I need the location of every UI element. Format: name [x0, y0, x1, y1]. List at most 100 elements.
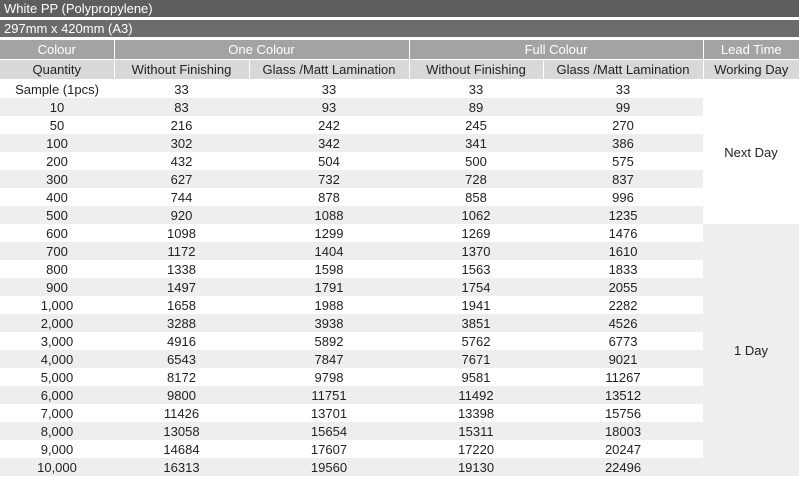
- one-colour-without-finishing-cell: 4916: [114, 332, 249, 350]
- quantity-cell: 100: [0, 134, 114, 152]
- one-colour-lamination-cell: 1598: [249, 260, 410, 278]
- one-colour-without-finishing-cell: 1338: [114, 260, 249, 278]
- full-colour-without-finishing-cell: 1370: [409, 242, 544, 260]
- one-colour-without-finishing-cell: 920: [114, 206, 249, 224]
- one-colour-without-finishing-cell: 432: [114, 152, 249, 170]
- one-colour-without-finishing-cell: 1172: [114, 242, 249, 260]
- one-colour-lamination-cell: 15654: [249, 422, 410, 440]
- lead-time-cell: 1 Day: [703, 224, 799, 476]
- quantity-cell: 4,000: [0, 350, 114, 368]
- full-colour-without-finishing-cell: 1941: [409, 296, 544, 314]
- full-colour-without-finishing-cell: 1062: [409, 206, 544, 224]
- one-colour-lamination-header: Glass /Matt Lamination: [248, 59, 410, 80]
- full-colour-lamination-cell: 270: [543, 116, 704, 134]
- table-row: 600 1098 1299 1269 1476 1 Day: [0, 224, 799, 476]
- quantity-cell: 50: [0, 116, 114, 134]
- quantity-cell: 9,000: [0, 440, 114, 458]
- full-colour-without-finishing-cell: 89: [409, 98, 544, 116]
- table-row: Sample (1pcs) 33 33 33 33 Next Day: [0, 79, 799, 224]
- table-row: 200 432 504 500 575: [0, 152, 799, 170]
- full-colour-without-finishing-cell: 7671: [409, 350, 544, 368]
- full-colour-without-finishing-header: Without Finishing: [408, 59, 544, 80]
- quantity-cell: 6,000: [0, 386, 114, 404]
- one-colour-without-finishing-cell: 11426: [114, 404, 249, 422]
- full-colour-without-finishing-cell: 3851: [409, 314, 544, 332]
- quantity-cell: Sample (1pcs): [0, 79, 114, 98]
- table-row: 700 1172 1404 1370 1610: [0, 242, 799, 260]
- quantity-cell: 700: [0, 242, 114, 260]
- full-colour-without-finishing-cell: 19130: [409, 458, 544, 476]
- one-colour-without-finishing-cell: 1098: [114, 224, 249, 242]
- one-colour-lamination-cell: 504: [249, 152, 410, 170]
- price-table-body: Sample (1pcs) 33 33 33 33 Next Day 10 83 93 89 99 5…: [0, 79, 799, 476]
- quantity-cell: 7,000: [0, 404, 114, 422]
- table-row: 5,000 8172 9798 9581 11267: [0, 368, 799, 386]
- one-colour-lamination-cell: 33: [249, 79, 410, 98]
- one-colour-lamination-cell: 3938: [249, 314, 410, 332]
- full-colour-without-finishing-cell: 33: [409, 79, 544, 98]
- quantity-cell: 300: [0, 170, 114, 188]
- one-colour-lamination-cell: 878: [249, 188, 410, 206]
- one-colour-lamination-cell: 342: [249, 134, 410, 152]
- one-colour-lamination-cell: 5892: [249, 332, 410, 350]
- table-row: 100 302 342 341 386: [0, 134, 799, 152]
- full-colour-lamination-cell: 1833: [543, 260, 704, 278]
- one-colour-without-finishing-header: Without Finishing: [113, 59, 249, 80]
- one-colour-lamination-cell: 1791: [249, 278, 410, 296]
- full-colour-lamination-cell: 2055: [543, 278, 704, 296]
- quantity-cell: 10: [0, 98, 114, 116]
- full-colour-without-finishing-cell: 11492: [409, 386, 544, 404]
- one-colour-lamination-cell: 13701: [249, 404, 410, 422]
- full-colour-lamination-cell: 33: [543, 79, 704, 98]
- header-row-columns: Quantity Without Finishing Glass /Matt L…: [0, 59, 799, 80]
- table-row: 9,000 14684 17607 17220 20247: [0, 440, 799, 458]
- table-row: 7,000 11426 13701 13398 15756: [0, 404, 799, 422]
- full-colour-without-finishing-cell: 728: [409, 170, 544, 188]
- table-row: 8,000 13058 15654 15311 18003: [0, 422, 799, 440]
- full-colour-lamination-cell: 11267: [543, 368, 704, 386]
- full-colour-lamination-cell: 4526: [543, 314, 704, 332]
- one-colour-lamination-cell: 1988: [249, 296, 410, 314]
- full-colour-without-finishing-cell: 245: [409, 116, 544, 134]
- table-row: 4,000 6543 7847 7671 9021: [0, 350, 799, 368]
- one-colour-header: One Colour: [113, 40, 410, 60]
- one-colour-without-finishing-cell: 13058: [114, 422, 249, 440]
- full-colour-lamination-cell: 18003: [543, 422, 704, 440]
- header-row-groups: Colour One Colour Full Colour Lead Time: [0, 40, 799, 60]
- full-colour-lamination-cell: 386: [543, 134, 704, 152]
- table-row: 3,000 4916 5892 5762 6773: [0, 332, 799, 350]
- full-colour-without-finishing-cell: 1754: [409, 278, 544, 296]
- one-colour-lamination-cell: 11751: [249, 386, 410, 404]
- quantity-cell: 8,000: [0, 422, 114, 440]
- working-day-header: Working Day: [702, 59, 799, 80]
- table-row: 50 216 242 245 270: [0, 116, 799, 134]
- one-colour-without-finishing-cell: 1658: [114, 296, 249, 314]
- full-colour-without-finishing-cell: 13398: [409, 404, 544, 422]
- table-row: 400 744 878 858 996: [0, 188, 799, 206]
- quantity-cell: 500: [0, 206, 114, 224]
- table-row: 300 627 732 728 837: [0, 170, 799, 188]
- one-colour-without-finishing-cell: 3288: [114, 314, 249, 332]
- full-colour-without-finishing-cell: 17220: [409, 440, 544, 458]
- full-colour-header: Full Colour: [408, 40, 704, 60]
- lead-time-cell: Next Day: [703, 79, 799, 224]
- one-colour-lamination-cell: 1404: [249, 242, 410, 260]
- table-row: 800 1338 1598 1563 1833: [0, 260, 799, 278]
- table-row: 2,000 3288 3938 3851 4526: [0, 314, 799, 332]
- table-row: 1,000 1658 1988 1941 2282: [0, 296, 799, 314]
- table-row: 500 920 1088 1062 1235: [0, 206, 799, 224]
- quantity-cell: 10,000: [0, 458, 114, 476]
- one-colour-lamination-cell: 93: [249, 98, 410, 116]
- quantity-header: Quantity: [0, 59, 114, 80]
- full-colour-lamination-header: Glass /Matt Lamination: [542, 59, 704, 80]
- one-colour-without-finishing-cell: 627: [114, 170, 249, 188]
- table-row: 10 83 93 89 99: [0, 98, 799, 116]
- one-colour-without-finishing-cell: 744: [114, 188, 249, 206]
- colour-header: Colour: [0, 40, 114, 60]
- full-colour-lamination-cell: 9021: [543, 350, 704, 368]
- one-colour-without-finishing-cell: 6543: [114, 350, 249, 368]
- price-sheet: White PP (Polypropylene) 297mm x 420mm (…: [0, 0, 799, 494]
- one-colour-lamination-cell: 7847: [249, 350, 410, 368]
- table-row: 900 1497 1791 1754 2055: [0, 278, 799, 296]
- full-colour-without-finishing-cell: 500: [409, 152, 544, 170]
